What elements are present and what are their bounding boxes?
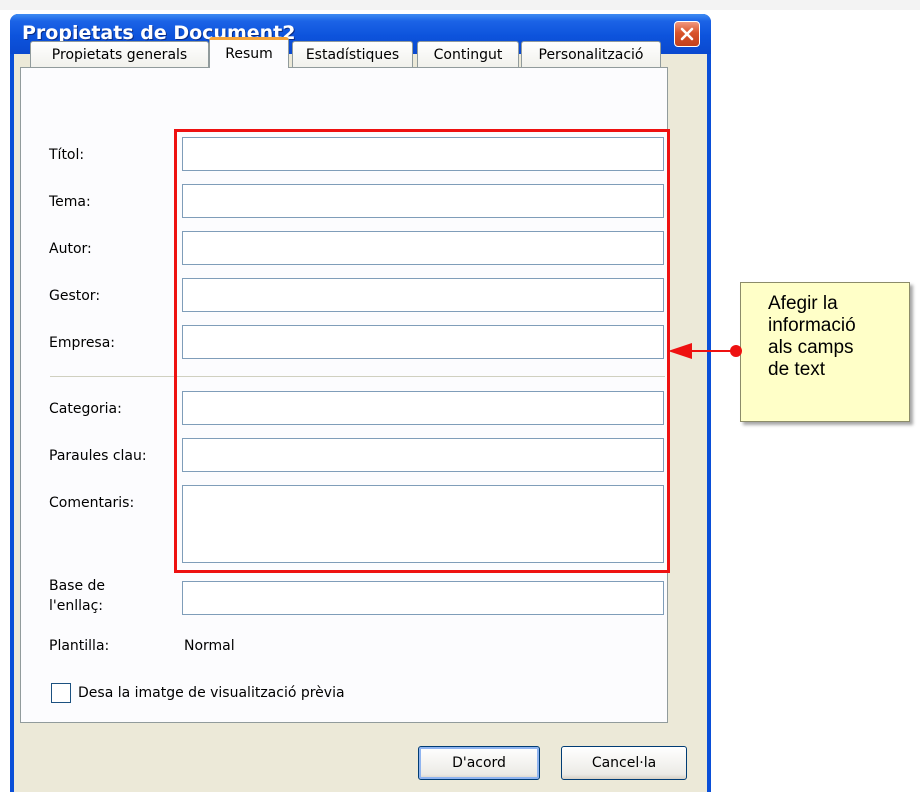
background-strip: [0, 0, 920, 10]
category-label: Categoria:: [49, 401, 122, 417]
keywords-label: Paraules clau:: [49, 448, 147, 464]
author-label: Autor:: [49, 241, 92, 257]
hyperlink-base-label-line2: l'enllaç:: [49, 598, 103, 614]
fields-highlight-box: [174, 129, 670, 573]
callout-arrow-icon: [668, 343, 742, 359]
title-label: Títol:: [49, 147, 85, 163]
cancel-button-label: Cancel·la: [591, 755, 657, 771]
tab-estadistiques[interactable]: Estadístiques: [292, 41, 413, 67]
callout-line: Afegir la: [768, 293, 838, 314]
close-icon: [680, 27, 694, 41]
tab-label: Personalització: [538, 46, 644, 63]
tab-resum[interactable]: Resum: [209, 37, 289, 68]
close-button[interactable]: [674, 21, 700, 47]
hyperlink-base-field[interactable]: [182, 581, 664, 615]
save-preview-checkbox[interactable]: [51, 683, 71, 703]
annotation-callout: Afegir la informació als camps de text: [740, 282, 910, 422]
tab-label: Contingut: [433, 46, 503, 63]
tab-contingut[interactable]: Contingut: [417, 41, 519, 67]
template-label: Plantilla:: [49, 638, 110, 654]
save-preview-label[interactable]: Desa la imatge de visualització prèvia: [78, 684, 345, 702]
company-label: Empresa:: [49, 335, 116, 351]
comments-label: Comentaris:: [49, 495, 135, 511]
tab-propietats-generals[interactable]: Propietats generals: [30, 41, 209, 67]
manager-label: Gestor:: [49, 288, 101, 304]
tab-label: Propietats generals: [51, 46, 188, 63]
callout-line: informació: [768, 315, 856, 336]
ok-button-label: D'acord: [452, 755, 506, 771]
tab-label: Estadístiques: [305, 46, 400, 63]
subject-label: Tema:: [49, 194, 91, 210]
hyperlink-base-label-line1: Base de: [49, 578, 106, 594]
callout-line: als camps: [768, 337, 854, 358]
cancel-button[interactable]: Cancel·la: [561, 746, 687, 780]
tab-label: Resum: [225, 46, 273, 62]
template-value: Normal: [184, 638, 235, 654]
callout-line: de text: [768, 359, 826, 380]
ok-button[interactable]: D'acord: [418, 746, 540, 780]
tab-personalitzacio[interactable]: Personalització: [521, 41, 661, 67]
